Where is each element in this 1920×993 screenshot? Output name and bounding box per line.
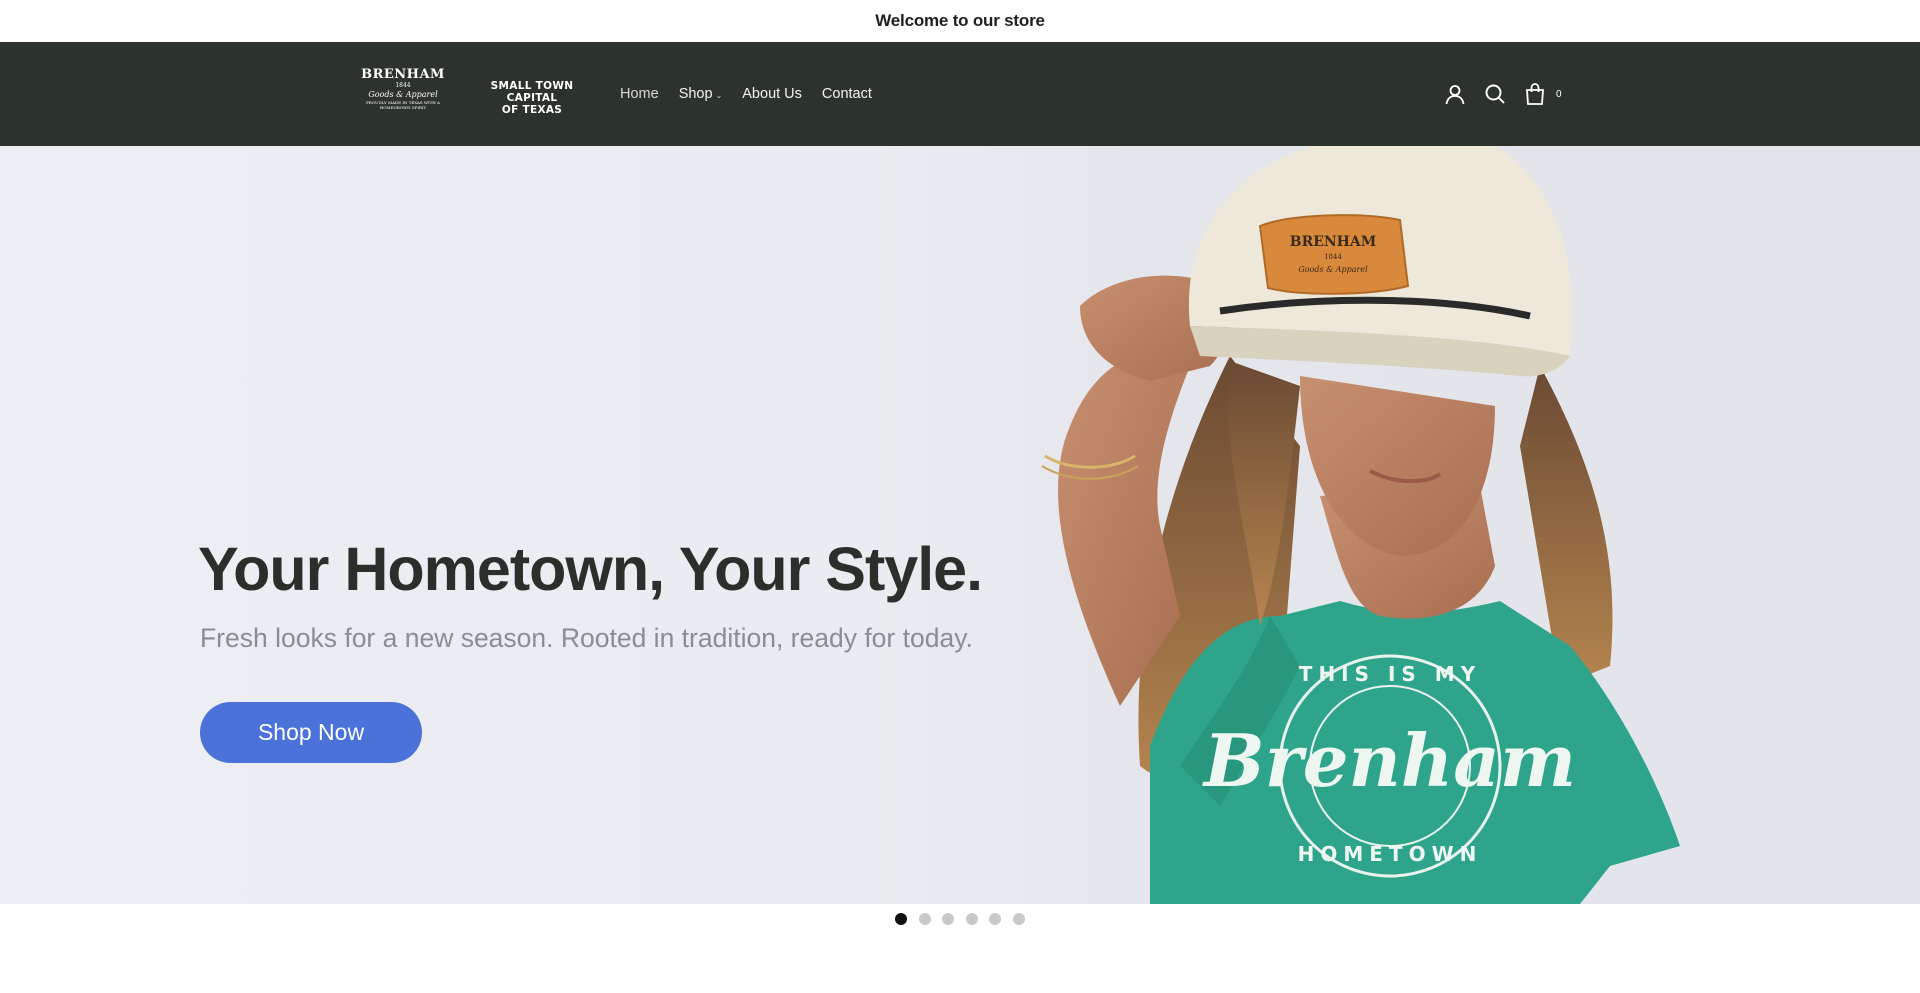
nav-home-label: Home [620, 86, 659, 102]
shirt-text-bottom: HOMETOWN [1298, 842, 1483, 866]
slider-pagination [895, 913, 1025, 925]
user-icon[interactable] [1444, 83, 1466, 105]
shop-now-button[interactable]: Shop Now [200, 702, 422, 763]
slider-dot-1[interactable] [895, 913, 907, 925]
logo-secondary-line2: OF TEXAS [501, 104, 563, 116]
nav-contact[interactable]: Contact [822, 86, 872, 102]
nav-shop[interactable]: Shop ⌄ [679, 86, 723, 102]
brenham-logo[interactable]: BRENHAM 1844 Goods & Apparel PROUDLY MAD… [360, 68, 446, 122]
site-header: BRENHAM 1844 Goods & Apparel PROUDLY MAD… [0, 42, 1920, 146]
main-nav: Home Shop ⌄ About Us Contact [620, 42, 872, 146]
shirt-text-top: THIS IS MY [1299, 662, 1481, 686]
hero-subtitle: Fresh looks for a new season. Rooted in … [200, 623, 973, 653]
slider-dot-2[interactable] [918, 913, 931, 925]
nav-about-label: About Us [742, 86, 802, 102]
announcement-text: Welcome to our store [875, 11, 1045, 30]
nav-about-us[interactable]: About Us [742, 86, 802, 102]
header-actions: 0 [1444, 42, 1562, 146]
cart-icon[interactable] [1524, 83, 1546, 105]
logo-year: 1844 [395, 82, 411, 89]
shirt-text-script: Brenham [1202, 718, 1576, 803]
logo-secondary-line1: SMALL TOWN CAPITAL [490, 80, 574, 104]
chevron-down-icon: ⌄ [715, 91, 723, 100]
cart-count[interactable]: 0 [1556, 89, 1562, 100]
slider-dot-5[interactable] [989, 913, 1001, 925]
logo-script: Goods & Apparel [368, 90, 438, 99]
hero-model-image: BRENHAM 1844 Goods & Apparel THIS IS MY … [1041, 146, 1680, 904]
cap-patch-script: Goods & Apparel [1298, 265, 1368, 274]
announcement-bar: Welcome to our store [0, 0, 1920, 42]
nav-home[interactable]: Home [620, 86, 659, 102]
logo-title: BRENHAM [361, 67, 445, 82]
hero-slider: BRENHAM 1844 Goods & Apparel THIS IS MY … [0, 146, 1920, 904]
shop-now-label: Shop Now [257, 719, 365, 745]
hero-title: Your Hometown, Your Style. [198, 535, 983, 603]
nav-shop-label: Shop [678, 86, 713, 102]
slider-dot-4[interactable] [965, 913, 978, 925]
nav-contact-label: Contact [821, 86, 872, 102]
slider-dot-3[interactable] [942, 913, 954, 925]
cap-patch-year: 1844 [1324, 253, 1342, 261]
cap-patch-title: BRENHAM [1290, 234, 1377, 250]
logo-tagline: PROUDLY MADE IN TEXAS WITH A HOMEGROWN S… [366, 100, 440, 110]
search-icon[interactable] [1484, 83, 1506, 105]
slider-dot-6[interactable] [1012, 913, 1025, 925]
small-town-capital-logo[interactable]: SMALL TOWN CAPITAL OF TEXAS [472, 80, 592, 116]
